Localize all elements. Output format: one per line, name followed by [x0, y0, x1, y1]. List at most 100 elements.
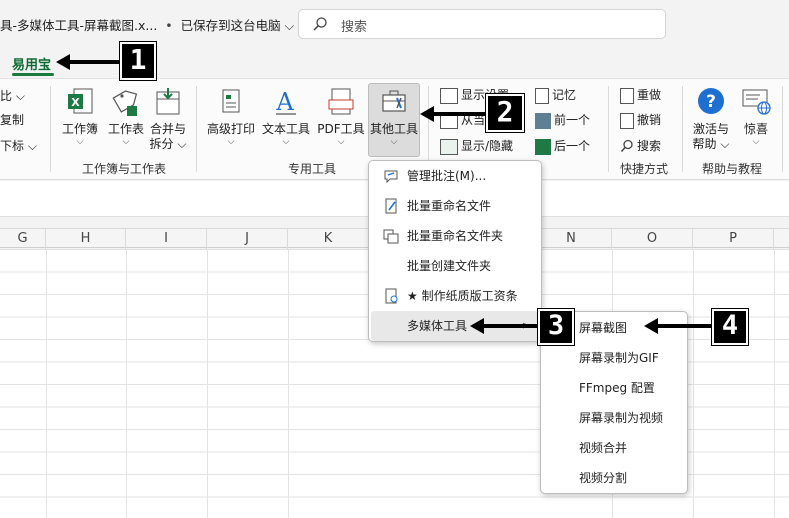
active-tab-indicator — [12, 73, 54, 76]
group-label-special-tools: 专用工具 — [288, 162, 337, 176]
arrow-right-icon — [535, 138, 551, 155]
comment-icon — [384, 170, 398, 184]
menu-item-batch-rename-folders[interactable]: 批量重命名文件夹 — [371, 221, 539, 251]
svg-text:?: ? — [706, 92, 716, 112]
menu-item-label: 管理批注(M)... — [407, 169, 487, 183]
menu-item-manage-comments[interactable]: 管理批注(M)... — [371, 161, 539, 191]
memory-button[interactable]: 记忆 — [535, 85, 576, 105]
chevron-down-icon: ⌵ — [122, 137, 130, 147]
grid-line — [207, 249, 208, 518]
show-hide-icon — [440, 138, 458, 155]
grid-line — [288, 249, 289, 518]
next-button[interactable]: 后一个 — [535, 136, 590, 156]
merge-split-label-2: 拆分 ⌵ — [149, 137, 187, 151]
ribbon-separator — [196, 86, 197, 172]
column-header-h[interactable]: H — [46, 229, 126, 249]
pdf-tools-button[interactable]: PDF工具 ⌵ — [315, 86, 367, 147]
callout-arrow-3 — [470, 318, 538, 334]
search-icon — [313, 17, 327, 31]
group-label-shortcuts: 快捷方式 — [620, 162, 669, 176]
menu-item-record-gif[interactable]: 屏幕录制为GIF — [543, 343, 685, 373]
workbook-button[interactable]: X 工作簿 ⌵ — [58, 86, 102, 147]
surprise-button[interactable]: 惊喜 ⌵ — [736, 86, 776, 147]
column-header-j[interactable]: J — [207, 229, 288, 249]
menu-item-video-merge[interactable]: 视频合并 — [543, 433, 685, 463]
grid-line — [774, 249, 775, 518]
callout-arrow-4 — [644, 318, 712, 334]
search-placeholder: 搜索 — [341, 20, 368, 35]
column-header-i[interactable]: I — [126, 229, 207, 249]
ribbon-partial-item-1[interactable]: 比 ⌵ — [0, 86, 25, 106]
next-label: 后一个 — [554, 139, 591, 153]
redo-button[interactable]: 重做 — [620, 85, 661, 105]
merge-split-button[interactable]: 合并与 拆分 ⌵ — [148, 86, 188, 152]
display-settings-icon — [440, 87, 458, 104]
help-question-icon: ? — [698, 88, 724, 114]
pdf-tools-label: PDF工具 — [317, 122, 365, 136]
ribbon-search-button[interactable]: 搜索 — [620, 136, 661, 156]
advanced-print-label: 高级打印 — [206, 122, 255, 136]
chevron-down-icon: ⌵ — [227, 137, 235, 147]
column-header-n[interactable]: N — [531, 229, 612, 249]
workbook-label: 工作簿 — [61, 122, 98, 136]
menu-item-batch-create-folders[interactable]: 批量创建文件夹 — [371, 251, 539, 281]
previous-button[interactable]: 前一个 — [535, 110, 590, 130]
column-header-o[interactable]: O — [612, 229, 693, 249]
callout-badge-3: 3 — [537, 308, 575, 346]
search-input[interactable]: 搜索 — [298, 9, 666, 39]
activate-help-label-1: 激活与 — [692, 122, 729, 136]
rename-file-icon — [385, 198, 397, 214]
ribbon-partial-item-2[interactable]: 复制 — [0, 110, 24, 130]
svg-text:X: X — [71, 96, 80, 109]
merge-split-icon — [156, 88, 180, 115]
group-label-workbook: 工作簿与工作表 — [82, 162, 167, 176]
menu-item-video-split[interactable]: 视频分割 — [543, 463, 685, 493]
ribbon-search-label: 搜索 — [637, 139, 662, 153]
previous-label: 前一个 — [554, 113, 591, 127]
undo-button[interactable]: 撤销 — [620, 110, 661, 130]
worksheet-tag-icon — [112, 90, 138, 116]
callout-badge-1: 1 — [119, 41, 157, 81]
chevron-down-icon: ⌵ — [76, 137, 84, 147]
ribbon-partial-item-3[interactable]: 下标 ⌵ — [0, 136, 37, 156]
chevron-down-icon: ⌵ — [752, 137, 760, 147]
advanced-print-button[interactable]: 高级打印 ⌵ — [205, 86, 257, 147]
text-tools-button[interactable]: A 文本工具 ⌵ — [260, 86, 312, 147]
menu-item-batch-rename-files[interactable]: 批量重命名文件 — [371, 191, 539, 221]
ribbon-separator — [682, 86, 683, 172]
tab-yiyongbao[interactable]: 易用宝 — [12, 54, 51, 73]
menu-item-label: 批量创建文件夹 — [407, 259, 492, 273]
grid-line — [126, 249, 127, 518]
document-name: 具-多媒体工具-屏幕截图.x... — [0, 18, 158, 33]
column-header-g[interactable]: G — [0, 229, 46, 249]
worksheet-button[interactable]: 工作表 ⌵ — [104, 86, 148, 147]
search-icon — [620, 139, 634, 155]
toolbox-icon — [382, 90, 406, 112]
document-title[interactable]: 具-多媒体工具-屏幕截图.x... • 已保存到这台电脑 ⌵ — [0, 15, 294, 34]
column-header-k[interactable]: K — [288, 229, 369, 249]
payslip-icon — [385, 288, 398, 304]
activate-help-button[interactable]: ? 激活与 帮助 ⌵ — [688, 86, 734, 152]
other-tools-button[interactable]: 其他工具 ⌵ — [368, 86, 420, 147]
callout-arrow-1 — [56, 54, 120, 70]
text-tools-label: 文本工具 — [261, 122, 310, 136]
rename-folder-icon — [383, 229, 399, 244]
undo-label: 撤销 — [637, 113, 662, 127]
text-tools-icon: A — [275, 88, 296, 116]
show-hide-button[interactable]: 显示/隐藏 — [440, 136, 513, 156]
menu-item-label: ★ 制作纸质版工资条 — [407, 289, 518, 303]
column-header-p[interactable]: P — [693, 229, 774, 249]
menu-item-record-video[interactable]: 屏幕录制为视频 — [543, 403, 685, 433]
ribbon-separator — [50, 86, 51, 172]
redo-icon — [620, 87, 634, 104]
title-bar: 具-多媒体工具-屏幕截图.x... • 已保存到这台电脑 ⌵ 搜索 — [0, 0, 789, 46]
callout-arrow-2 — [420, 106, 486, 122]
unsaved-dot: • — [165, 18, 173, 33]
surprise-globe-icon — [742, 89, 771, 115]
menu-item-payslip[interactable]: ★ 制作纸质版工资条 — [371, 281, 539, 311]
menu-item-label: 批量重命名文件 — [407, 199, 492, 213]
menu-item-label: 多媒体工具 — [407, 319, 468, 333]
chevron-down-icon[interactable]: ⌵ — [285, 18, 294, 33]
save-status: 已保存到这台电脑 — [180, 18, 281, 33]
menu-item-ffmpeg-config[interactable]: FFmpeg 配置 — [543, 373, 685, 403]
